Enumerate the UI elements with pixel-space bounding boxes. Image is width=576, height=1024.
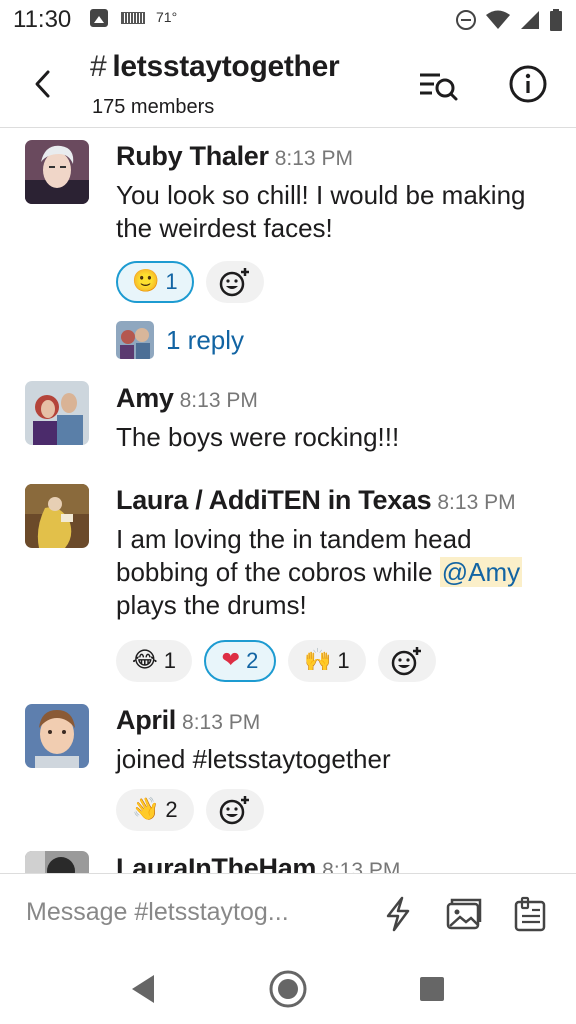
status-bar: 11:30 71° bbox=[0, 0, 576, 40]
message-time: 8:13 PM bbox=[274, 147, 353, 170]
reaction-bar: 😂 1 ❤ 2 🙌 1 bbox=[116, 640, 436, 682]
nav-back-icon bbox=[132, 975, 154, 1003]
message-text: joined #letsstaytogether bbox=[116, 744, 391, 774]
reaction-wave[interactable]: 👋 2 bbox=[116, 789, 194, 831]
status-temperature: 71° bbox=[156, 9, 178, 25]
heart-emoji-icon: ❤ bbox=[221, 648, 241, 673]
reaction-count: 1 bbox=[165, 269, 178, 294]
reaction-count: 2 bbox=[165, 797, 178, 822]
shortcuts-button[interactable] bbox=[378, 894, 418, 934]
author-name[interactable]: Ruby Thaler bbox=[116, 141, 269, 171]
channel-info-button[interactable] bbox=[508, 64, 548, 104]
nav-back-button[interactable] bbox=[122, 967, 166, 1011]
nav-home-button[interactable] bbox=[266, 967, 310, 1011]
signal-icon bbox=[521, 11, 539, 29]
nav-home-icon bbox=[269, 970, 307, 1008]
avatar-april[interactable] bbox=[25, 704, 89, 768]
add-reaction-icon bbox=[219, 796, 249, 825]
message-text: You look so chill! I would be making the… bbox=[116, 180, 526, 243]
channel-hash: # bbox=[90, 50, 107, 83]
lightning-icon bbox=[386, 896, 410, 932]
reaction-bar: 👋 2 bbox=[116, 789, 264, 831]
message-time: 8:13 PM bbox=[182, 711, 261, 734]
clipboard-icon bbox=[514, 896, 546, 932]
message-text: I am loving the in tandem head bobbing o… bbox=[116, 523, 556, 622]
avatar-amy[interactable] bbox=[25, 381, 89, 445]
message-input[interactable]: Message #letsstaytog... bbox=[26, 898, 356, 927]
wifi-icon bbox=[486, 10, 510, 29]
raised-hands-emoji-icon: 🙌 bbox=[303, 648, 332, 673]
back-arrow-icon bbox=[35, 70, 50, 98]
avatar-image bbox=[25, 484, 89, 548]
message-time: 8:13 PM bbox=[322, 859, 401, 873]
add-reaction-button[interactable] bbox=[205, 261, 264, 303]
thread-reply-count: 1 reply bbox=[166, 324, 245, 355]
reaction-count: 1 bbox=[163, 648, 176, 673]
reaction-count: 1 bbox=[337, 648, 350, 673]
member-count[interactable]: 175 members bbox=[92, 96, 214, 119]
thread-reply-link[interactable]: 1 reply bbox=[116, 320, 244, 360]
status-right-icons bbox=[456, 7, 562, 33]
attach-file-button[interactable] bbox=[510, 894, 550, 934]
avatar-laura[interactable] bbox=[25, 484, 89, 548]
reaction-count: 2 bbox=[246, 648, 259, 673]
author-name[interactable]: April bbox=[116, 705, 176, 735]
author-name[interactable]: LauraInTheHam bbox=[116, 853, 316, 873]
reaction-slightly-smiling[interactable]: 🙂 1 bbox=[116, 261, 194, 303]
channel-header: # letsstaytogether 175 members bbox=[0, 40, 576, 128]
avatar-image bbox=[25, 140, 89, 204]
info-icon bbox=[509, 65, 547, 103]
message-text-part: plays the drums! bbox=[116, 590, 307, 620]
user-mention[interactable]: @Amy bbox=[439, 557, 523, 587]
message-header: Ruby Thaler 8:13 PM bbox=[116, 141, 353, 172]
status-time: 11:30 bbox=[13, 6, 72, 33]
channel-title[interactable]: # letsstaytogether bbox=[90, 50, 340, 84]
add-reaction-button[interactable] bbox=[377, 640, 436, 682]
add-reaction-icon bbox=[391, 647, 421, 676]
dnd-icon bbox=[456, 10, 476, 30]
message-composer: Message #letsstaytog... bbox=[0, 873, 576, 955]
author-name[interactable]: Amy bbox=[116, 383, 174, 413]
message-header: April 8:13 PM bbox=[116, 705, 260, 736]
thread-participant-avatar bbox=[116, 321, 154, 359]
back-button[interactable] bbox=[28, 66, 58, 102]
add-reaction-icon bbox=[219, 268, 249, 297]
search-in-channel-icon bbox=[420, 73, 458, 101]
reaction-raised-hands[interactable]: 🙌 1 bbox=[287, 640, 366, 682]
reaction-joy[interactable]: 😂 1 bbox=[116, 640, 192, 682]
nav-recents-icon bbox=[420, 977, 444, 1001]
message-text-part: I am loving the in tandem head bobbing o… bbox=[116, 524, 472, 587]
reaction-bar: 🙂 1 bbox=[116, 261, 264, 303]
avatar-image bbox=[25, 704, 89, 768]
system-nav-bar bbox=[0, 955, 576, 1024]
message-header: Amy 8:13 PM bbox=[116, 383, 258, 414]
battery-icon bbox=[550, 9, 562, 31]
message-time: 8:13 PM bbox=[179, 389, 258, 412]
slightly-smiling-emoji-icon: 🙂 bbox=[132, 269, 160, 294]
joy-emoji-icon: 😂 bbox=[132, 648, 158, 673]
message-header: Laura / AddiTEN in Texas 8:13 PM bbox=[116, 485, 516, 516]
avatar-ruby-thaler[interactable] bbox=[25, 140, 89, 204]
avatar-image bbox=[25, 381, 89, 445]
image-icon bbox=[90, 9, 108, 27]
message-list[interactable]: Ruby Thaler 8:13 PM You look so chill! I … bbox=[0, 129, 576, 873]
search-in-channel-button[interactable] bbox=[414, 65, 462, 105]
message-header: LauraInTheHam 8:13 PM bbox=[116, 853, 400, 873]
avatar-laurainthham[interactable] bbox=[25, 851, 89, 873]
nav-recents-button[interactable] bbox=[410, 967, 454, 1011]
author-name[interactable]: Laura / AddiTEN in Texas bbox=[116, 485, 432, 515]
add-reaction-button[interactable] bbox=[205, 789, 264, 831]
wave-emoji-icon: 👋 bbox=[132, 797, 160, 822]
photo-gallery-icon bbox=[446, 898, 482, 930]
avatar-image bbox=[25, 851, 89, 873]
reaction-heart[interactable]: ❤ 2 bbox=[203, 640, 276, 682]
message-time: 8:13 PM bbox=[437, 491, 516, 514]
news-icon bbox=[121, 12, 145, 24]
channel-name: letsstaytogether bbox=[112, 50, 340, 83]
message-text: The boys were rocking!!! bbox=[116, 422, 400, 452]
attach-image-button[interactable] bbox=[444, 894, 484, 934]
